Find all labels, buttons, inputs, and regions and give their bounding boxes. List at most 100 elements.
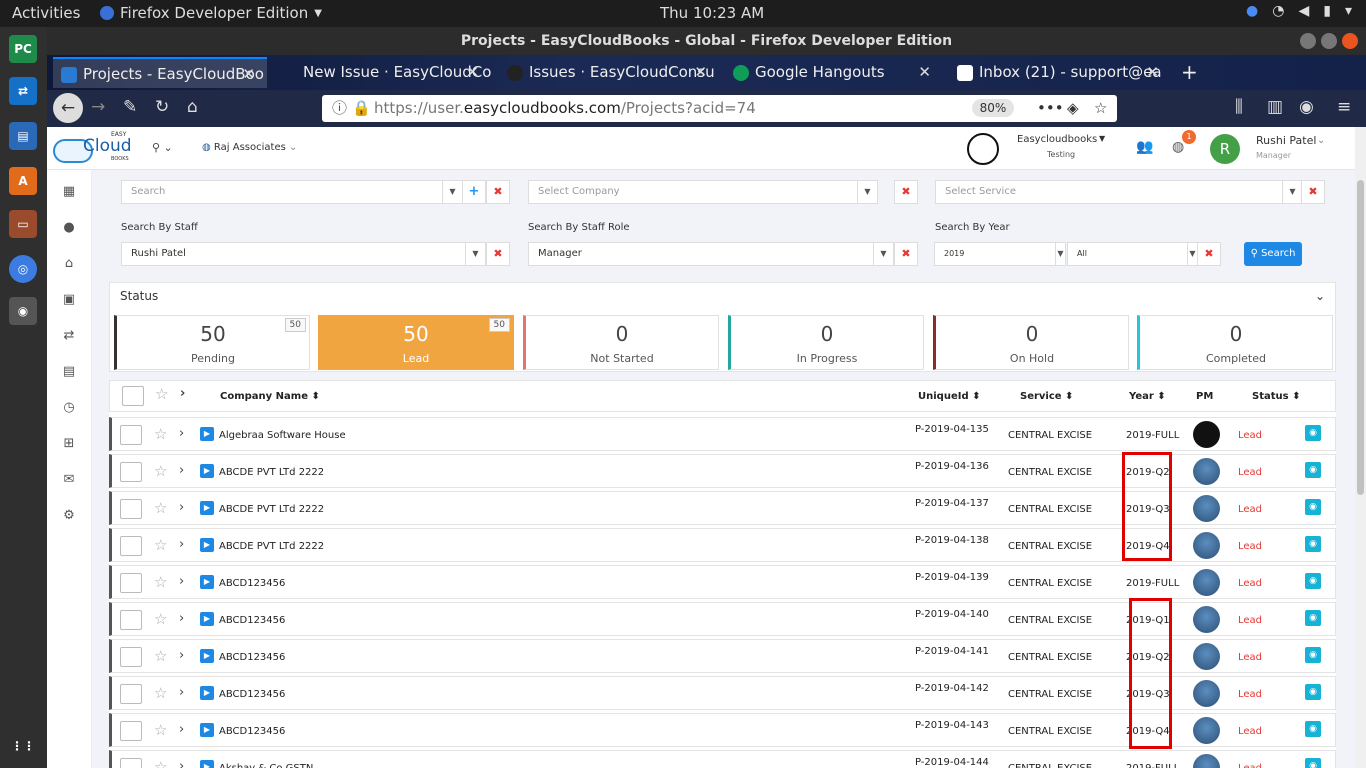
company-name-cell[interactable]: ABCD123456 bbox=[219, 726, 285, 737]
expand-row-icon[interactable]: › bbox=[179, 685, 184, 700]
firefox-dev-icon[interactable]: ◉ bbox=[9, 297, 37, 325]
close-tab-icon[interactable]: ✕ bbox=[1146, 57, 1159, 88]
writer-icon[interactable]: ▤ bbox=[9, 122, 37, 150]
star-icon[interactable]: ☆ bbox=[154, 721, 167, 739]
back-button[interactable]: ← bbox=[53, 93, 83, 123]
staff-select[interactable]: Rushi Patel ▼ bbox=[121, 242, 486, 266]
chevron-down-icon[interactable]: ⌄ bbox=[1315, 289, 1325, 303]
view-eye-icon[interactable]: ◉ bbox=[1305, 573, 1321, 589]
star-icon[interactable]: ☆ bbox=[155, 385, 168, 403]
year-select[interactable]: 2019 ▼ bbox=[934, 242, 1066, 266]
play-icon[interactable]: ▶ bbox=[200, 538, 214, 552]
clock[interactable]: Thu 10:23 AM bbox=[660, 4, 764, 22]
service-select[interactable]: Select Service ▼ bbox=[935, 180, 1303, 204]
document-icon[interactable]: ▤ bbox=[62, 364, 76, 379]
users-icon[interactable]: 👥 bbox=[1136, 139, 1153, 155]
reload-button[interactable]: ↻ bbox=[155, 97, 169, 117]
star-icon[interactable]: ☆ bbox=[154, 499, 167, 517]
minimize-icon[interactable] bbox=[1300, 33, 1316, 49]
bookmark-star-icon[interactable]: ☆ bbox=[1094, 95, 1107, 122]
new-tab-button[interactable]: + bbox=[1175, 57, 1205, 88]
play-icon[interactable]: ▶ bbox=[200, 723, 214, 737]
home-button[interactable]: ⌂ bbox=[187, 97, 198, 117]
pm-avatar[interactable] bbox=[1193, 754, 1220, 768]
company-name-cell[interactable]: ABCD123456 bbox=[219, 615, 285, 626]
tab-hangouts[interactable]: Google Hangouts ✕ bbox=[725, 57, 943, 88]
globe-icon[interactable]: ◍ bbox=[1172, 139, 1184, 155]
scrollbar-thumb[interactable] bbox=[1357, 180, 1364, 495]
company-name-cell[interactable]: ABCDE PVT LTd 2222 bbox=[219, 541, 324, 552]
view-eye-icon[interactable]: ◉ bbox=[1305, 647, 1321, 663]
page-scrollbar[interactable] bbox=[1355, 127, 1366, 768]
expand-row-icon[interactable]: › bbox=[179, 722, 184, 737]
activities-button[interactable]: Activities bbox=[12, 4, 80, 22]
pm-avatar[interactable] bbox=[1193, 717, 1220, 744]
column-status[interactable]: Status ⬍ bbox=[1252, 391, 1300, 402]
files-icon[interactable]: ▭ bbox=[9, 210, 37, 238]
tab-inbox[interactable]: Inbox (21) - support@ea ✕ bbox=[949, 57, 1171, 88]
user-avatar[interactable]: R bbox=[1210, 134, 1240, 164]
status-card-on-hold[interactable]: 0 On Hold bbox=[933, 315, 1129, 370]
transfer-icon[interactable]: ⇄ bbox=[62, 328, 76, 343]
row-checkbox[interactable] bbox=[120, 647, 142, 667]
clear-filter-button[interactable]: ✖ bbox=[486, 180, 510, 204]
close-tab-icon[interactable]: ✕ bbox=[918, 57, 931, 88]
view-eye-icon[interactable]: ◉ bbox=[1305, 684, 1321, 700]
row-checkbox[interactable] bbox=[120, 758, 142, 768]
teamviewer-icon[interactable]: ⇄ bbox=[9, 77, 37, 105]
address-bar[interactable]: ⓘ 🔒 https://user.easycloudbooks.com/Proj… bbox=[322, 95, 1117, 122]
dashboard-icon[interactable]: ▦ bbox=[62, 184, 76, 199]
briefcase-icon[interactable]: ▣ bbox=[62, 292, 76, 307]
star-icon[interactable]: ☆ bbox=[154, 684, 167, 702]
account-icon[interactable]: ◉ bbox=[1299, 97, 1314, 117]
settings-icon[interactable]: ⚙ bbox=[62, 508, 76, 523]
close-tab-icon[interactable]: ✕ bbox=[466, 57, 479, 88]
expand-row-icon[interactable]: › bbox=[179, 463, 184, 478]
company-name-cell[interactable]: ABCD123456 bbox=[219, 689, 285, 700]
close-tab-icon[interactable]: ✕ bbox=[694, 57, 707, 88]
company-name-cell[interactable]: ABCD123456 bbox=[219, 578, 285, 589]
column-service[interactable]: Service ⬍ bbox=[1020, 391, 1073, 402]
status-card-not-started[interactable]: 0 Not Started bbox=[523, 315, 719, 370]
star-icon[interactable]: ☆ bbox=[154, 610, 167, 628]
org-name[interactable]: Easycloudbooks bbox=[1017, 134, 1097, 145]
play-icon[interactable]: ▶ bbox=[200, 649, 214, 663]
row-checkbox[interactable] bbox=[120, 610, 142, 630]
pm-avatar[interactable] bbox=[1193, 680, 1220, 707]
play-icon[interactable]: ▶ bbox=[200, 612, 214, 626]
column-uid[interactable]: UniqueId ⬍ bbox=[918, 391, 980, 402]
column-company[interactable]: Company Name ⬍ bbox=[220, 391, 320, 402]
search-icon[interactable]: ⚲ ⌄ bbox=[152, 141, 173, 154]
chromium-icon[interactable]: ◎ bbox=[9, 255, 37, 283]
row-checkbox[interactable] bbox=[120, 536, 142, 556]
bank-icon[interactable]: ⌂ bbox=[62, 256, 76, 271]
star-icon[interactable]: ☆ bbox=[154, 536, 167, 554]
wrench-icon[interactable]: ✎ bbox=[123, 97, 137, 117]
view-eye-icon[interactable]: ◉ bbox=[1305, 758, 1321, 768]
view-eye-icon[interactable]: ◉ bbox=[1305, 536, 1321, 552]
row-checkbox[interactable] bbox=[120, 462, 142, 482]
pycharm-icon[interactable]: PC bbox=[9, 35, 37, 63]
logo[interactable]: EASY Cloud BOOKS bbox=[53, 131, 133, 165]
view-eye-icon[interactable]: ◉ bbox=[1305, 425, 1321, 441]
system-tray[interactable]: ● ◔ ◀ ▮ ▾ bbox=[1246, 3, 1352, 19]
status-card-in-progress[interactable]: 0 In Progress bbox=[728, 315, 924, 370]
pm-avatar[interactable] bbox=[1193, 458, 1220, 485]
status-card-lead[interactable]: 50 Lead 50 bbox=[318, 315, 514, 370]
company-name-cell[interactable]: ABCD123456 bbox=[219, 652, 285, 663]
tab-issues[interactable]: Issues · EasyCloudConsu ✕ bbox=[499, 57, 719, 88]
custom-filter-select[interactable]: Search ▼ bbox=[121, 180, 463, 204]
software-center-icon[interactable]: A bbox=[9, 167, 37, 195]
company-name-cell[interactable]: Algebraa Software House bbox=[219, 430, 346, 441]
company-name-cell[interactable]: Akshay & Co GSTN bbox=[219, 763, 313, 768]
company-selector[interactable]: ◍ Raj Associates ⌄ bbox=[202, 142, 297, 153]
play-icon[interactable]: ▶ bbox=[200, 427, 214, 441]
plus-icon[interactable]: ⊞ bbox=[62, 436, 76, 451]
row-checkbox[interactable] bbox=[120, 499, 142, 519]
expand-all-icon[interactable]: › bbox=[180, 386, 185, 401]
pm-avatar[interactable] bbox=[1193, 495, 1220, 522]
view-eye-icon[interactable]: ◉ bbox=[1305, 721, 1321, 737]
info-icon[interactable]: ⓘ bbox=[332, 95, 347, 122]
company-name-cell[interactable]: ABCDE PVT LTd 2222 bbox=[219, 467, 324, 478]
sidebar-icon[interactable]: ▥ bbox=[1267, 97, 1283, 117]
